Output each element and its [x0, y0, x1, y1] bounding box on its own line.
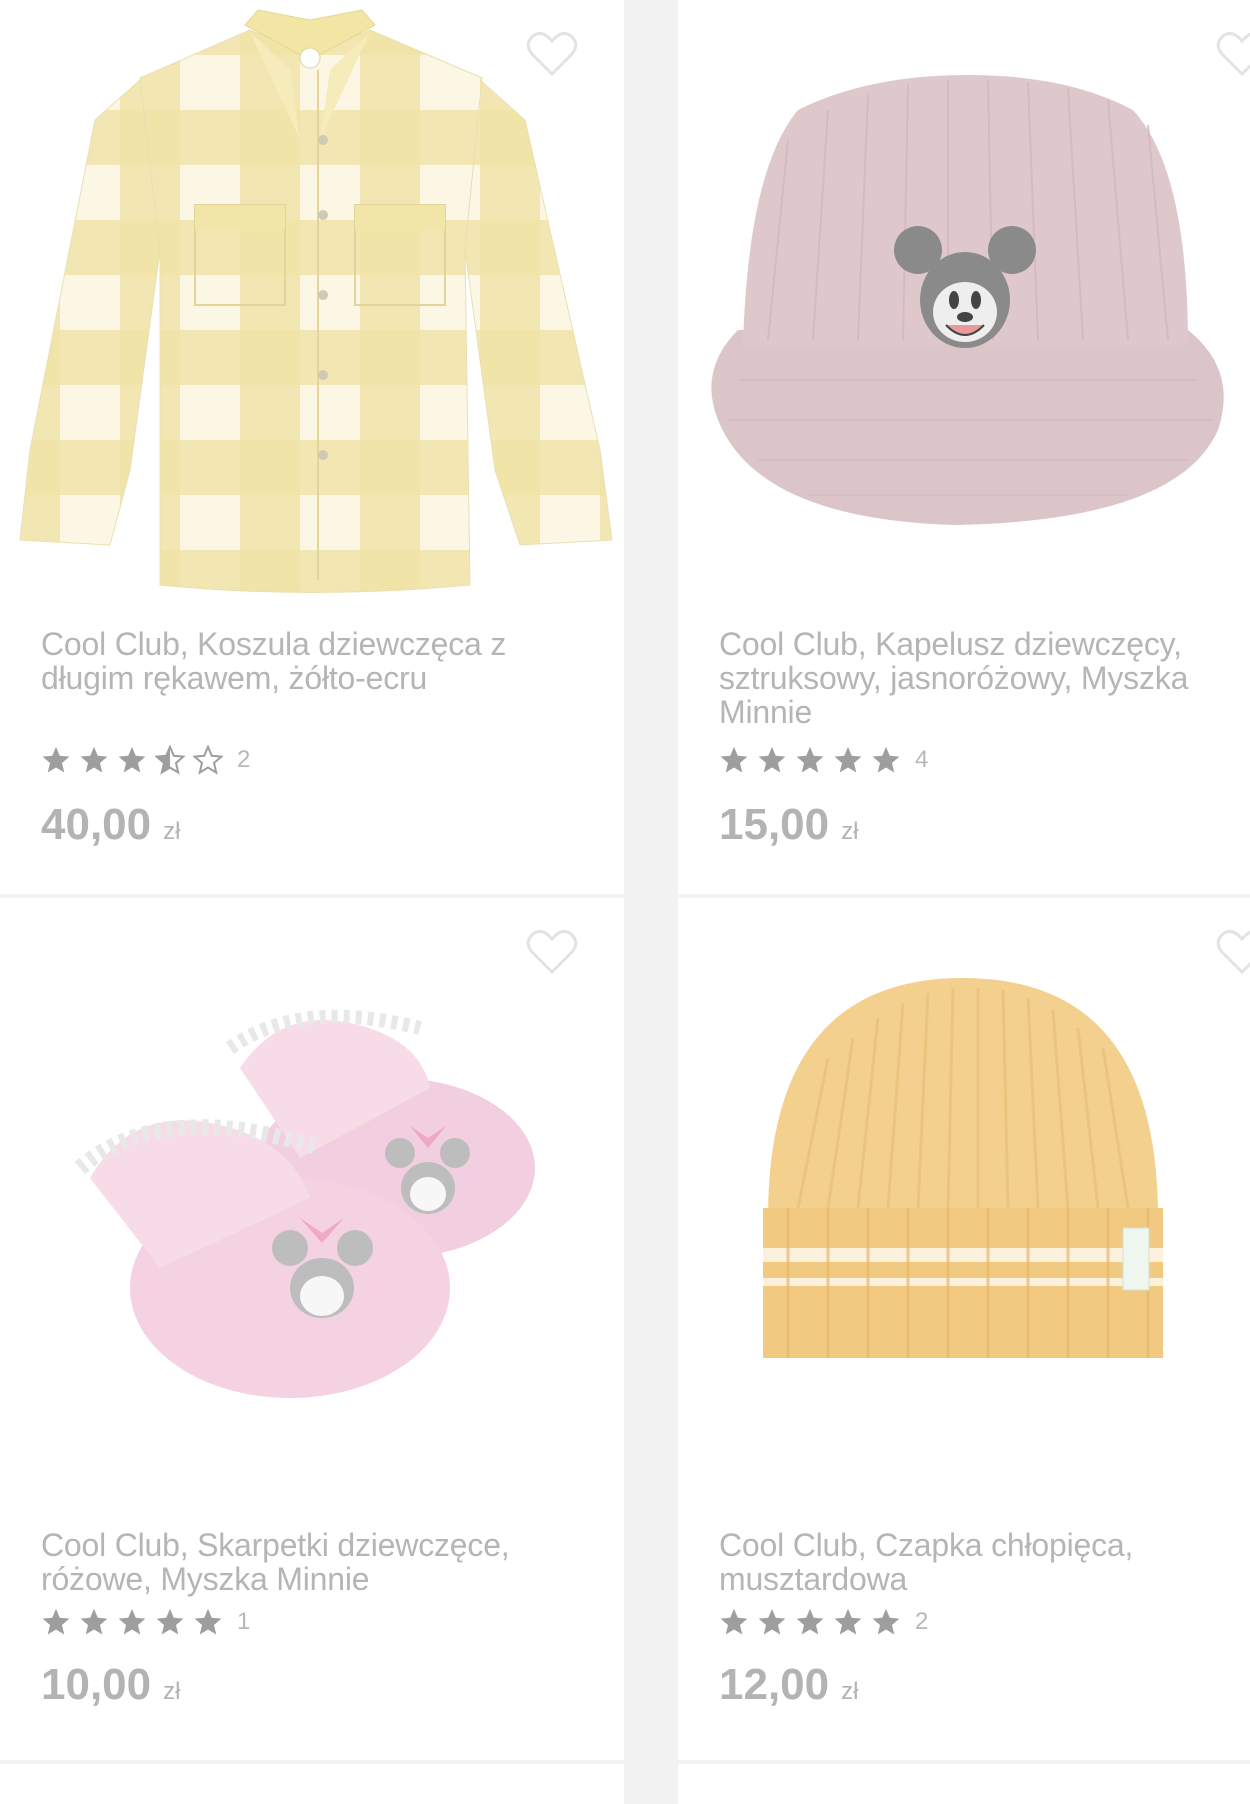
review-count: 4 — [915, 746, 929, 773]
rating: 2 — [719, 1607, 928, 1637]
rating: 4 — [719, 745, 928, 775]
heart-icon[interactable] — [1216, 928, 1250, 976]
product-card[interactable] — [0, 1764, 624, 1804]
star-filled-icon — [80, 746, 108, 773]
price-value: 40,00 — [41, 800, 152, 849]
review-count: 1 — [237, 1608, 251, 1635]
star-filled-icon — [118, 746, 146, 773]
product-title[interactable]: Cool Club, Czapka chłopięca, musztardowa — [719, 1528, 1239, 1596]
product-card[interactable] — [678, 1764, 1250, 1804]
price: 10,00 zł — [41, 1660, 180, 1710]
price-value: 12,00 — [719, 1660, 830, 1709]
baby-socks-image[interactable] — [0, 898, 624, 1498]
star-filled-icon — [796, 746, 824, 773]
price-currency: zł — [841, 1678, 859, 1705]
star-empty-icon — [193, 745, 223, 775]
star-filled-icon — [834, 1608, 862, 1635]
beanie-image[interactable] — [678, 898, 1250, 1498]
star-half-icon — [155, 745, 185, 775]
star-filled-icon — [720, 1608, 748, 1635]
product-card[interactable]: Cool Club, Czapka chłopięca, musztardowa… — [678, 898, 1250, 1760]
bucket-hat-image[interactable] — [678, 0, 1250, 600]
star-filled-icon — [42, 1608, 70, 1635]
product-title[interactable]: Cool Club, Skarpetki dziewczęce, różowe,… — [41, 1528, 561, 1596]
price: 40,00 zł — [41, 800, 180, 850]
price-value: 10,00 — [41, 1660, 152, 1709]
price-value: 15,00 — [719, 800, 830, 849]
plaid-shirt-image[interactable] — [0, 0, 624, 600]
star-filled-icon — [872, 746, 900, 773]
star-filled-icon — [758, 1608, 786, 1635]
rating: 1 — [41, 1607, 250, 1637]
rating: 2 — [41, 745, 250, 775]
review-count: 2 — [915, 1608, 929, 1635]
heart-icon[interactable] — [526, 30, 578, 78]
price-currency: zł — [163, 1678, 181, 1705]
star-filled-icon — [80, 1608, 108, 1635]
price-currency: zł — [841, 818, 859, 845]
price: 12,00 zł — [719, 1660, 858, 1710]
star-filled-icon — [156, 1608, 184, 1635]
star-filled-icon — [194, 1608, 222, 1635]
review-count: 2 — [237, 746, 251, 773]
star-filled-icon — [720, 746, 748, 773]
price: 15,00 zł — [719, 800, 858, 850]
star-filled-icon — [118, 1608, 146, 1635]
star-filled-icon — [872, 1608, 900, 1635]
product-card[interactable]: Cool Club, Kapelusz dziewczęcy, sztrukso… — [678, 0, 1250, 894]
heart-icon[interactable] — [1216, 30, 1250, 78]
star-filled-icon — [834, 746, 862, 773]
product-title[interactable]: Cool Club, Kapelusz dziewczęcy, sztrukso… — [719, 627, 1239, 729]
product-card[interactable]: Cool Club, Koszula dziewczęca z długim r… — [0, 0, 624, 894]
product-title[interactable]: Cool Club, Koszula dziewczęca z długim r… — [41, 627, 561, 695]
product-card[interactable]: Cool Club, Skarpetki dziewczęce, różowe,… — [0, 898, 624, 1760]
price-currency: zł — [163, 818, 181, 845]
star-filled-icon — [758, 746, 786, 773]
star-filled-icon — [796, 1608, 824, 1635]
star-filled-icon — [42, 746, 70, 773]
heart-icon[interactable] — [526, 928, 578, 976]
